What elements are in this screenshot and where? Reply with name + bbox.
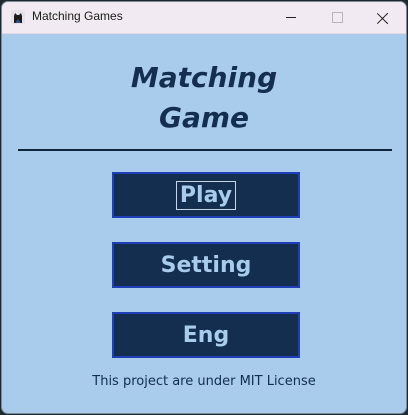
play-button[interactable]: Play	[112, 172, 300, 218]
window-title: Matching Games	[32, 9, 123, 23]
language-button[interactable]: Eng	[112, 312, 300, 358]
license-text: This project are under MIT License	[92, 374, 316, 389]
maximize-button[interactable]	[314, 2, 360, 33]
title-line-2: Game	[158, 101, 250, 134]
play-button-label: Play	[175, 180, 237, 210]
minimize-button[interactable]	[268, 2, 314, 33]
minimize-icon	[286, 17, 296, 18]
cat-icon	[11, 10, 25, 24]
setting-button[interactable]: Setting	[112, 242, 300, 288]
close-button[interactable]	[360, 2, 406, 33]
page-title: Matching Game	[2, 58, 406, 138]
title-divider	[18, 149, 392, 151]
title-bar[interactable]: Matching Games	[2, 2, 406, 34]
setting-button-label: Setting	[160, 252, 252, 278]
close-icon	[377, 12, 389, 24]
maximize-icon	[331, 12, 343, 23]
language-button-label: Eng	[182, 322, 230, 348]
app-window: Matching Games Matching Game Play Settin…	[1, 1, 407, 414]
title-line-1: Matching	[130, 61, 278, 94]
